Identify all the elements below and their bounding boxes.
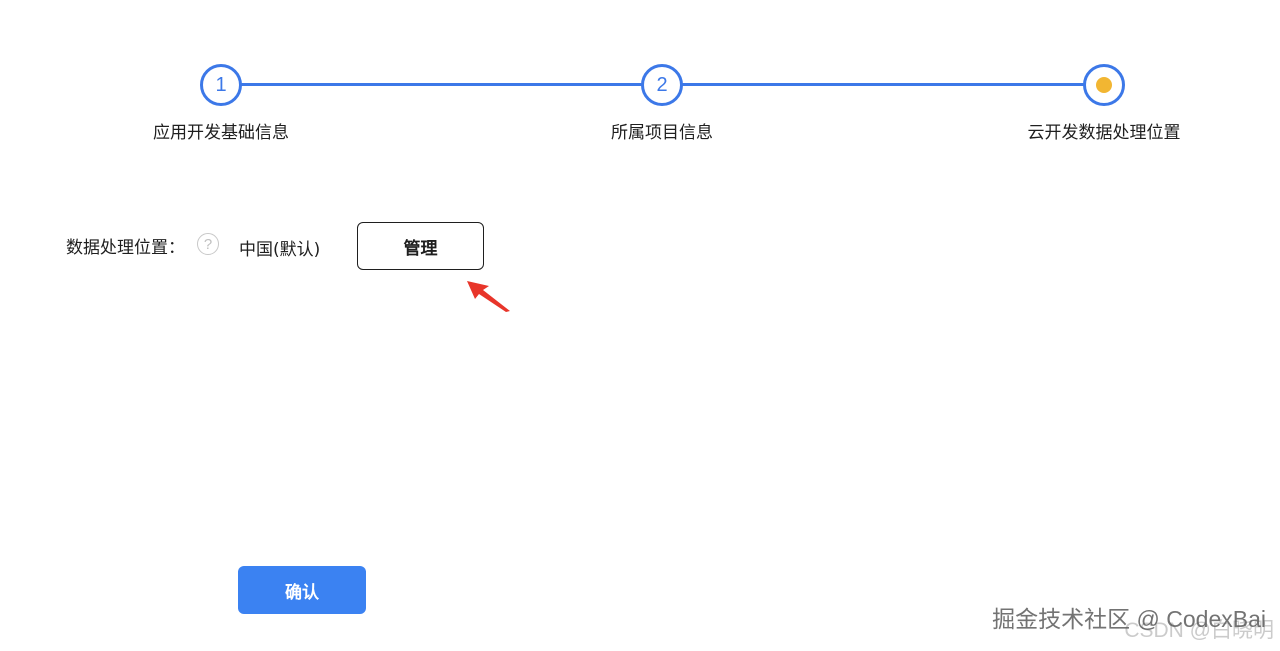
step-3-circle xyxy=(1083,64,1125,106)
step-3-label: 云开发数据处理位置 xyxy=(1027,123,1181,143)
confirm-button[interactable]: 确认 xyxy=(238,566,366,614)
data-location-label: 数据处理位置： xyxy=(66,238,185,258)
page: 1 应用开发基础信息 2 所属项目信息 云开发数据处理位置 数据处理位置： ? … xyxy=(0,0,1280,651)
manage-button[interactable]: 管理 xyxy=(357,222,484,270)
stepper-line-2-3 xyxy=(682,83,1086,86)
stepper-line-1-2 xyxy=(240,83,643,86)
step-2-label: 所属项目信息 xyxy=(611,123,713,143)
step-1-number: 1 xyxy=(215,73,227,96)
watermark-juejin: 掘金技术社区 @ CodexBai xyxy=(992,606,1266,632)
data-location-value: 中国(默认) xyxy=(239,240,321,260)
step-1-label: 应用开发基础信息 xyxy=(153,123,289,143)
question-circle-icon[interactable]: ? xyxy=(197,233,219,255)
current-step-dot-icon xyxy=(1096,77,1112,93)
step-2-circle: 2 xyxy=(641,64,683,106)
help-glyph: ? xyxy=(203,235,213,253)
red-arrow-icon xyxy=(467,281,510,312)
step-2-number: 2 xyxy=(656,73,668,96)
step-1-circle: 1 xyxy=(200,64,242,106)
